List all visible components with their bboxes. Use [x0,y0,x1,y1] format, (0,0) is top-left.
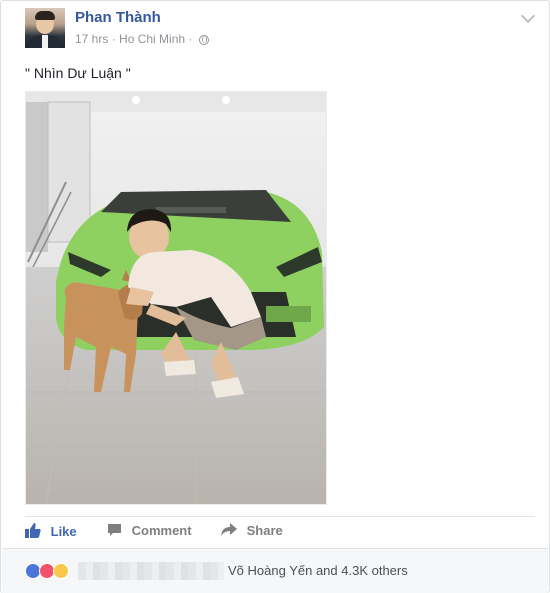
post-card: Phan Thành 17 hrs · Ho Chi Minh · " Nhìn… [0,0,550,593]
action-bar: Like Comment Share [25,519,537,545]
meta-separator: · [111,32,116,46]
meta-separator-2: · [188,32,193,46]
share-label: Share [246,523,283,538]
post-photo[interactable] [25,91,327,505]
share-icon [221,523,241,538]
comment-label: Comment [131,523,192,538]
post-text: " Nhìn Dư Luận " [25,65,131,81]
chevron-down-icon[interactable] [520,8,536,24]
post-time[interactable]: 17 hrs [75,32,108,46]
like-button[interactable]: Like [25,523,77,539]
globe-icon[interactable] [198,35,209,45]
reactions-bar: Võ Hoàng Yến and 4.3K others [2,548,548,593]
post-location[interactable]: Ho Chi Minh [119,32,185,46]
comment-icon [107,523,126,538]
share-button[interactable]: Share [221,523,283,538]
haha-reaction-icon[interactable] [53,563,69,579]
blurred-names [78,562,224,580]
thumbs-up-icon [25,523,45,539]
photo-illustration [26,92,326,504]
author-avatar[interactable] [25,8,65,48]
like-label: Like [50,524,77,539]
post-meta: 17 hrs · Ho Chi Minh · [75,32,209,46]
comment-button[interactable]: Comment [107,523,192,538]
reactions-summary[interactable]: Võ Hoàng Yến and 4.3K others [228,563,408,578]
divider [25,516,535,517]
author-name[interactable]: Phan Thành [75,9,161,26]
